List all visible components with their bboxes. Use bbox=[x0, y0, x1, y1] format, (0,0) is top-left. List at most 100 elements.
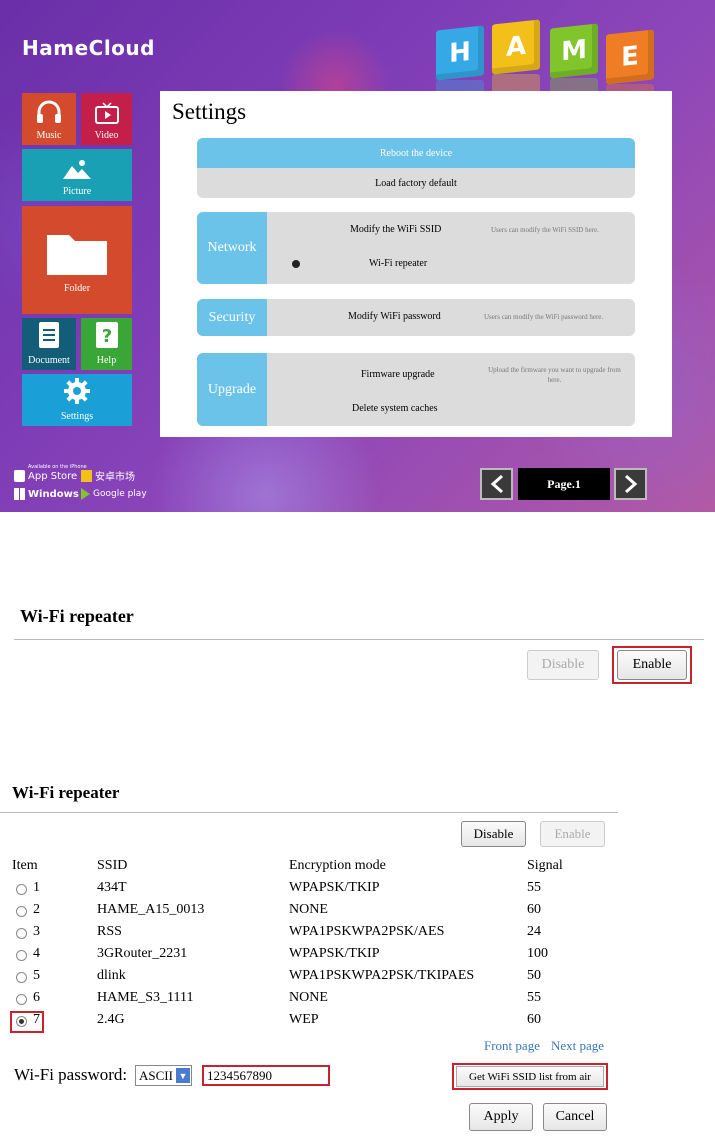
upgrade-group: Upgrade Firmware upgrade Upload the firm… bbox=[197, 353, 635, 426]
row-ssid: RSS bbox=[97, 924, 122, 939]
enable-button[interactable]: Enable bbox=[540, 821, 605, 847]
ssid-radio[interactable] bbox=[16, 950, 27, 961]
disable-button[interactable]: Disable bbox=[461, 821, 526, 847]
row-item-number: 2 bbox=[33, 902, 40, 917]
row-encryption: WEP bbox=[289, 1012, 319, 1027]
tile-label: Video bbox=[94, 130, 119, 141]
tile-label: Folder bbox=[63, 283, 91, 294]
firmware-upgrade-option[interactable]: Firmware upgrade bbox=[361, 369, 435, 380]
android-market-label: 安卓市场 bbox=[95, 472, 135, 483]
row-ssid: 434T bbox=[97, 880, 127, 895]
chevron-left-icon bbox=[490, 474, 503, 494]
column-header-item: Item bbox=[12, 858, 38, 873]
tv-icon bbox=[94, 102, 119, 124]
upgrade-tag: Upgrade bbox=[197, 353, 267, 426]
settings-title: Settings bbox=[172, 99, 247, 124]
ssid-hint: Users can modify the WiFi SSID here. bbox=[491, 226, 599, 234]
row-encryption: WPAPSK/TKIP bbox=[289, 946, 380, 961]
prev-page-button[interactable] bbox=[480, 468, 513, 500]
row-encryption: NONE bbox=[289, 990, 328, 1005]
row-signal: 60 bbox=[527, 902, 541, 917]
row-ssid: HAME_A15_0013 bbox=[97, 902, 205, 917]
row-ssid: 3GRouter_2231 bbox=[97, 946, 188, 961]
device-actions-group: Reboot the device Load factory default bbox=[197, 138, 635, 198]
divider bbox=[0, 812, 618, 813]
help-icon: ? bbox=[95, 322, 118, 348]
row-signal: 60 bbox=[527, 1012, 541, 1027]
network-group: Network Modify the WiFi SSID Users can m… bbox=[197, 212, 635, 284]
wifi-password-label: Wi-Fi password: bbox=[14, 1065, 128, 1084]
firmware-hint: Upload the firmware you want to upgrade … bbox=[488, 366, 621, 384]
logo-cube-e: E bbox=[606, 29, 654, 85]
tile-music[interactable]: Music bbox=[22, 93, 76, 145]
column-header-encryption: Encryption mode bbox=[289, 858, 386, 873]
svg-text:?: ? bbox=[101, 326, 111, 347]
ssid-radio[interactable] bbox=[16, 884, 27, 895]
row-item-number: 7 bbox=[33, 1012, 40, 1027]
delete-caches-option[interactable]: Delete system caches bbox=[352, 403, 438, 414]
windows-label: Windows bbox=[28, 488, 79, 500]
logo-cube-a: A bbox=[492, 19, 540, 75]
get-ssid-list-button[interactable]: Get WiFi SSID list from air bbox=[456, 1066, 604, 1087]
tile-picture[interactable]: Picture bbox=[22, 149, 132, 201]
divider bbox=[14, 639, 704, 640]
settings-panel: Settings Reboot the device Load factory … bbox=[160, 91, 672, 437]
password-mode-select[interactable]: ASCII ▼ bbox=[135, 1065, 192, 1086]
next-page-button[interactable] bbox=[614, 468, 647, 500]
chevron-down-icon: ▼ bbox=[176, 1068, 190, 1083]
repeater-list-title: Wi-Fi repeater bbox=[12, 783, 120, 802]
ssid-radio[interactable] bbox=[16, 928, 27, 939]
tile-folder[interactable]: Folder bbox=[22, 206, 132, 314]
enable-button[interactable]: Enable bbox=[617, 650, 687, 680]
brand-logo: HameCloud bbox=[22, 36, 155, 60]
row-item-number: 1 bbox=[33, 880, 40, 895]
modify-password-option[interactable]: Modify WiFi password bbox=[348, 311, 441, 322]
wifi-repeater-option[interactable]: Wi-Fi repeater bbox=[369, 258, 427, 269]
tile-document[interactable]: Document bbox=[22, 318, 76, 370]
apply-button[interactable]: Apply bbox=[469, 1103, 533, 1131]
tile-video[interactable]: Video bbox=[81, 93, 132, 145]
row-item-number: 5 bbox=[33, 968, 40, 983]
phone-icon bbox=[14, 470, 25, 482]
tile-label: Document bbox=[28, 355, 70, 366]
ssid-radio-selected[interactable] bbox=[16, 1016, 27, 1027]
google-play-label: Google play bbox=[93, 489, 147, 499]
next-page-link[interactable]: Next page bbox=[551, 1038, 604, 1054]
ssid-radio[interactable] bbox=[16, 972, 27, 983]
password-hint: Users can modify the WiFi password here. bbox=[484, 313, 604, 321]
row-item-number: 4 bbox=[33, 946, 40, 961]
page-indicator: Page.1 bbox=[518, 468, 610, 500]
front-page-link[interactable]: Front page bbox=[484, 1038, 540, 1054]
disable-button[interactable]: Disable bbox=[527, 650, 599, 680]
security-tag: Security bbox=[197, 299, 267, 336]
android-market-badge[interactable]: 安卓市场 bbox=[81, 468, 135, 483]
ssid-radio[interactable] bbox=[16, 906, 27, 917]
wifi-password-input[interactable]: 1234567890 bbox=[202, 1065, 330, 1086]
reboot-device-button[interactable]: Reboot the device bbox=[197, 138, 635, 168]
security-group: Security Modify WiFi password Users can … bbox=[197, 299, 635, 336]
app-store-badge[interactable]: Available on the iPhone App Store bbox=[14, 464, 87, 482]
logo-cube-m: M bbox=[550, 23, 598, 79]
google-play-badge[interactable]: Google play bbox=[81, 488, 147, 500]
network-tag: Network bbox=[197, 212, 267, 284]
windows-badge[interactable]: Windows bbox=[14, 488, 79, 500]
row-ssid: dlink bbox=[97, 968, 126, 983]
tile-label: Settings bbox=[60, 411, 94, 422]
repeater-title: Wi-Fi repeater bbox=[20, 606, 134, 626]
row-encryption: WPAPSK/TKIP bbox=[289, 880, 380, 895]
gear-icon bbox=[64, 378, 90, 404]
row-encryption: WPA1PSKWPA2PSK/TKIPAES bbox=[289, 968, 475, 983]
row-item-number: 3 bbox=[33, 924, 40, 939]
row-encryption: NONE bbox=[289, 902, 328, 917]
row-ssid: 2.4G bbox=[97, 1012, 125, 1027]
tile-settings[interactable]: Settings bbox=[22, 374, 132, 426]
tile-help[interactable]: ? Help bbox=[81, 318, 132, 370]
cancel-button[interactable]: Cancel bbox=[543, 1103, 607, 1131]
folder-icon bbox=[47, 235, 107, 275]
play-icon bbox=[81, 488, 90, 500]
modify-ssid-option[interactable]: Modify the WiFi SSID bbox=[350, 224, 441, 235]
factory-default-button[interactable]: Load factory default bbox=[197, 168, 635, 198]
chevron-right-icon bbox=[624, 474, 637, 494]
tile-label: Picture bbox=[62, 186, 92, 197]
ssid-radio[interactable] bbox=[16, 994, 27, 1005]
